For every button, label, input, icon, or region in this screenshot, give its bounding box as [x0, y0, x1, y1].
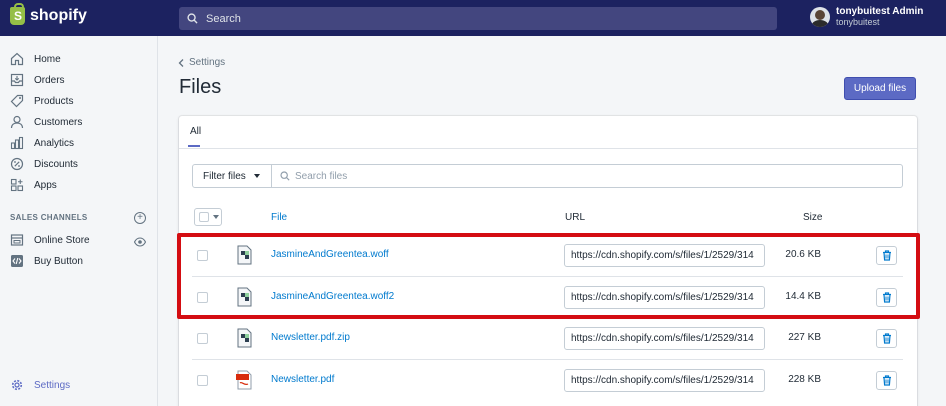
- sidebar-item-label: Analytics: [34, 137, 75, 149]
- chevron-left-icon: [178, 58, 184, 67]
- column-header-file[interactable]: File: [271, 212, 287, 223]
- sidebar-item-label: Apps: [34, 179, 57, 191]
- discount-icon: [10, 157, 24, 171]
- user-store: tonybuitest: [836, 17, 880, 27]
- delete-file-button[interactable]: [876, 329, 897, 348]
- trash-icon: [882, 333, 891, 344]
- file-size: 14.4 KB: [785, 291, 821, 302]
- sidebar-item-customers[interactable]: Customers: [10, 114, 82, 130]
- bar-chart-icon: [10, 136, 24, 150]
- file-name-link[interactable]: Newsletter.pdf.zip: [271, 332, 350, 343]
- sidebar-item-label: Online Store: [34, 234, 90, 246]
- delete-file-button[interactable]: [876, 288, 897, 307]
- file-search[interactable]: [271, 164, 903, 188]
- table-row: JasmineAndGreentea.woff 20.6 KB: [179, 235, 917, 276]
- row-checkbox[interactable]: [197, 333, 208, 344]
- orders-icon: [10, 73, 24, 87]
- delete-file-button[interactable]: [876, 246, 897, 265]
- row-divider: [192, 233, 903, 234]
- person-icon: [10, 115, 24, 129]
- file-url-field[interactable]: [564, 286, 765, 309]
- add-channel-icon[interactable]: +: [134, 212, 146, 224]
- file-url-field[interactable]: [564, 327, 765, 350]
- table-row: Newsletter.pdf.zip 227 KB: [179, 318, 917, 359]
- global-search-placeholder: Search: [206, 12, 241, 25]
- table-row: JasmineAndGreentea.woff2 14.4 KB: [179, 277, 917, 318]
- pdf-file-icon: [236, 370, 252, 390]
- code-icon: [10, 254, 24, 268]
- brand-name: shopify: [30, 7, 87, 24]
- file-url-field[interactable]: [564, 369, 765, 392]
- upload-files-button[interactable]: Upload files: [844, 77, 916, 100]
- sidebar-item-discounts[interactable]: Discounts: [10, 156, 78, 172]
- tab-active-indicator: [188, 145, 200, 147]
- select-all-dropdown[interactable]: [194, 208, 222, 226]
- gear-icon: [10, 378, 24, 392]
- tab-divider: [179, 148, 917, 149]
- trash-icon: [882, 250, 891, 261]
- top-bar: S shopify Search tonybuitest Admin tonyb…: [0, 0, 946, 36]
- user-menu[interactable]: tonybuitest Admin tonybuitest: [810, 6, 923, 27]
- global-search[interactable]: Search: [179, 7, 777, 30]
- apps-icon: [10, 178, 24, 192]
- sidebar-item-buy-button[interactable]: Buy Button: [10, 253, 83, 269]
- file-name-link[interactable]: JasmineAndGreentea.woff2: [271, 291, 394, 302]
- row-checkbox[interactable]: [197, 375, 208, 386]
- sidebar-item-online-store[interactable]: Online Store: [10, 232, 90, 248]
- filter-files-button[interactable]: Filter files: [192, 164, 272, 188]
- breadcrumb[interactable]: Settings: [178, 57, 225, 68]
- sidebar-item-label: Products: [34, 95, 74, 107]
- sidebar-item-orders[interactable]: Orders: [10, 72, 65, 88]
- file-name-link[interactable]: JasmineAndGreentea.woff: [271, 249, 389, 260]
- generic-file-icon: [237, 287, 252, 307]
- sidebar-item-label: Customers: [34, 116, 83, 128]
- row-checkbox[interactable]: [197, 250, 208, 261]
- table-row: Newsletter.pdf 228 KB: [179, 360, 917, 401]
- generic-file-icon: [237, 245, 252, 265]
- trash-icon: [882, 292, 891, 303]
- sales-channels-title: SALES CHANNELS: [10, 213, 88, 222]
- generic-file-icon: [237, 328, 252, 348]
- sidebar-item-analytics[interactable]: Analytics: [10, 135, 74, 151]
- sidebar-item-label: Settings: [34, 379, 71, 391]
- sidebar-item-label: Discounts: [34, 158, 78, 170]
- tab-all[interactable]: All: [190, 126, 201, 137]
- search-files-input[interactable]: [295, 170, 875, 182]
- sidebar-item-apps[interactable]: Apps: [10, 177, 57, 193]
- caret-down-icon: [253, 174, 260, 178]
- sidebar-item-home[interactable]: Home: [10, 51, 61, 67]
- caret-down-icon: [213, 215, 219, 219]
- sidebar-item-products[interactable]: Products: [10, 93, 73, 109]
- shopify-logo[interactable]: S shopify: [10, 3, 87, 25]
- file-size: 227 KB: [788, 332, 821, 343]
- row-checkbox[interactable]: [197, 292, 208, 303]
- tag-icon: [10, 94, 24, 108]
- file-size: 20.6 KB: [785, 249, 821, 260]
- trash-icon: [882, 375, 891, 386]
- search-icon: [187, 13, 198, 24]
- file-size: 228 KB: [788, 374, 821, 385]
- avatar: [810, 6, 830, 27]
- sidebar-item-label: Orders: [34, 74, 65, 86]
- page-title: Files: [179, 76, 222, 98]
- file-name-link[interactable]: Newsletter.pdf: [271, 374, 334, 385]
- sidebar-item-label: Buy Button: [34, 255, 83, 267]
- store-icon: [10, 233, 24, 247]
- breadcrumb-label: Settings: [189, 57, 226, 68]
- column-header-url: URL: [565, 212, 586, 223]
- sidebar-item-settings[interactable]: Settings: [10, 377, 70, 393]
- user-name: tonybuitest Admin: [836, 6, 924, 17]
- search-icon: [280, 171, 290, 181]
- select-all-checkbox[interactable]: [199, 212, 209, 222]
- view-store-eye-icon[interactable]: [133, 235, 147, 250]
- column-header-size: Size: [803, 212, 823, 223]
- sidebar-item-label: Home: [34, 53, 61, 65]
- delete-file-button[interactable]: [876, 371, 897, 390]
- filter-files-label: Filter files: [203, 170, 246, 182]
- shopify-bag-icon: S: [10, 3, 25, 25]
- home-icon: [10, 52, 24, 66]
- file-url-field[interactable]: [564, 244, 765, 267]
